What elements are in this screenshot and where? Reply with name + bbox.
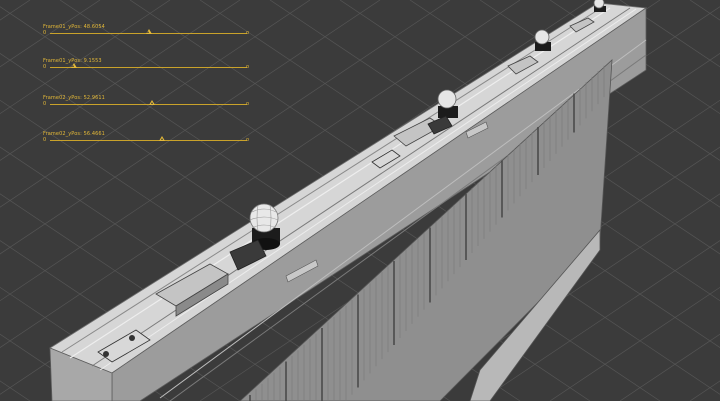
grid-line xyxy=(0,380,31,401)
grid-line xyxy=(689,0,720,21)
slider-thumb[interactable] xyxy=(145,29,152,34)
frame02-ypos-slider-2[interactable]: Frame02_yPos: 56.4661 0 o xyxy=(43,131,251,151)
slider-label: Frame01_yPos: 48.6054 xyxy=(43,24,105,30)
slider-end-label: o xyxy=(246,101,250,107)
slider-end-label: o xyxy=(246,64,250,70)
3d-viewport[interactable]: Frame01_yPos: 48.6054 0 o Frame01_yPos: … xyxy=(0,0,720,401)
frame01-ypos-slider[interactable]: Frame01_yPos: 48.6054 0 o xyxy=(43,24,251,44)
slider-label: Frame02_yPos: 52.9611 xyxy=(43,95,105,101)
slider-end-label: o xyxy=(246,137,250,143)
slider-min-label: 0 xyxy=(43,64,47,70)
grid-line xyxy=(0,0,31,21)
slider-track[interactable] xyxy=(50,67,247,68)
slider-label: Frame02_yPos: 56.4661 xyxy=(43,131,105,137)
slider-track[interactable] xyxy=(50,140,247,141)
slider-thumb[interactable] xyxy=(149,100,156,105)
slider-min-label: 0 xyxy=(43,30,47,36)
slider-end-label: o xyxy=(246,30,250,36)
grid-line xyxy=(689,380,720,401)
slider-thumb[interactable] xyxy=(70,63,77,68)
slider-min-label: 0 xyxy=(43,137,47,143)
ball-knob[interactable] xyxy=(593,0,606,12)
frame01-ypos-slider-2[interactable]: Frame01_yPos: 9.1553 0 o xyxy=(43,58,251,78)
frame02-ypos-slider[interactable]: Frame02_yPos: 52.9611 0 o xyxy=(43,95,251,115)
slider-min-label: 0 xyxy=(43,101,47,107)
slider-thumb[interactable] xyxy=(159,136,166,141)
